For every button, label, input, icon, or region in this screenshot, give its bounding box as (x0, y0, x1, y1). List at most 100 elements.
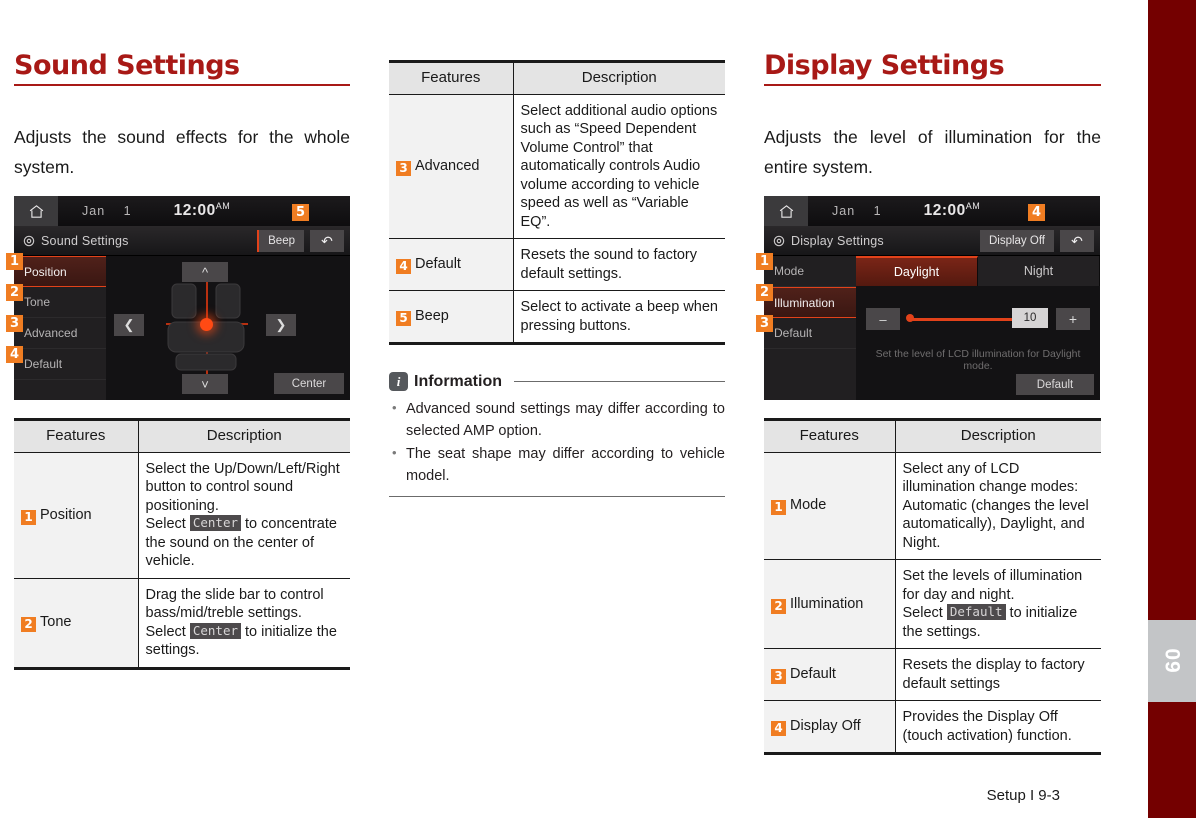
callout-badge-3: 3 (756, 315, 773, 332)
back-arrow-icon[interactable]: ↶ (1060, 230, 1094, 252)
feature-label: Illumination (790, 595, 864, 612)
home-icon[interactable] (764, 196, 808, 226)
feature-cell: 2 Tone (14, 578, 139, 670)
callout-badge-1: 1 (756, 253, 773, 270)
gear-icon (773, 235, 785, 246)
device-menu-label: Tone (24, 295, 51, 309)
device-day: 1 (123, 204, 132, 218)
device-title: Sound Settings (41, 233, 129, 248)
device-menu-item-default[interactable]: Default (764, 318, 856, 349)
feature-number-badge: 5 (396, 311, 411, 326)
illumination-plus-button[interactable]: + (1056, 308, 1090, 330)
description-cell: Set the levels of illumination for day a… (895, 559, 1101, 649)
description-cell: Provides the Display Off (touch activati… (895, 700, 1101, 755)
table-row: 2 Illumination Set the levels of illuminat… (764, 559, 1101, 649)
device-time-value: 12:00 (173, 202, 216, 220)
table-row: 1 Position Select the Up/Down/Left/Right b… (14, 452, 350, 579)
feature-cell: 5 Beep (389, 290, 514, 345)
col-header-features: Features (14, 419, 139, 453)
illumination-minus-button[interactable]: – (866, 308, 900, 330)
device-position-pane: ^ ˅ ❮ ❯ Center (106, 256, 350, 400)
feature-number-badge: 4 (771, 721, 786, 736)
position-left-button[interactable]: ❮ (114, 314, 144, 336)
description-cell: Resets the display to factory default se… (895, 648, 1101, 701)
device-menu-item-advanced[interactable]: Advanced (14, 318, 106, 349)
illumination-value: 10 (1012, 308, 1048, 328)
page-title-display: Display Settings (764, 50, 1005, 81)
mode-tab-night[interactable]: Night (978, 256, 1100, 286)
device-menu-label: Mode (774, 264, 805, 278)
mode-tab-daylight[interactable]: Daylight (856, 256, 978, 286)
device-ampm: AM (215, 201, 231, 212)
col-header-description: Description (513, 61, 725, 95)
col-header-description: Description (895, 419, 1101, 453)
table-row: 3 Advanced Select additional audio options… (389, 94, 725, 239)
device-menu-item-default[interactable]: Default (14, 349, 106, 380)
device-menu-label: Position (24, 264, 67, 279)
position-down-button[interactable]: ˅ (182, 374, 228, 394)
chapter-tab: 09 (1148, 620, 1196, 702)
mode-tabs: Daylight Night (856, 256, 1100, 286)
position-right-button[interactable]: ❯ (266, 314, 296, 336)
device-month: Jan (832, 204, 856, 218)
display-features-table: Features Description 1 Mode Select any of … (764, 418, 1101, 755)
feature-cell: 2 Illumination (764, 559, 896, 649)
page-footer: Setup I 9-3 (986, 787, 1060, 804)
feature-label: Advanced (415, 157, 480, 174)
callout-badge-2: 2 (6, 284, 23, 301)
feature-label: Beep (415, 308, 449, 324)
feature-label: Mode (790, 497, 827, 514)
table-row: 5 Beep Select to activate a beep when pres… (389, 290, 725, 345)
back-arrow-icon[interactable]: ↶ (310, 230, 344, 252)
device-menu-item-tone[interactable]: Tone (14, 287, 106, 318)
col-header-description: Description (138, 419, 350, 453)
inline-key-button: Default (946, 604, 1006, 620)
gear-icon (23, 235, 35, 246)
feature-cell: 4 Display Off (764, 700, 896, 755)
col-header-features: Features (389, 61, 514, 95)
device-ampm: AM (965, 201, 981, 212)
beep-button[interactable]: Beep (257, 230, 304, 252)
home-icon[interactable] (14, 196, 58, 226)
description-cell: Select the Up/Down/Left/Right button to … (138, 452, 350, 579)
feature-number-badge: 1 (21, 509, 36, 525)
information-block: i Information Advanced sound settings ma… (389, 372, 725, 497)
position-center-button[interactable]: Center (274, 373, 344, 394)
feature-cell: 1 Position (14, 452, 139, 579)
right-column: Display Settings Adjusts the level of il… (756, 0, 1101, 755)
device-date: Jan 1 (82, 204, 132, 218)
device-title: Display Settings (791, 233, 884, 248)
device-body: Mode Illumination Default Daylight Night – … (764, 256, 1100, 400)
device-menu-item-mode[interactable]: Mode (764, 256, 856, 287)
display-off-button[interactable]: Display Off (979, 230, 1054, 252)
feature-number-badge: 2 (771, 598, 786, 614)
device-menu-item-position[interactable]: Position (14, 256, 106, 287)
device-title-bar: Sound Settings Beep ↶ (14, 226, 350, 256)
information-list: Advanced sound settings may differ accor… (389, 397, 725, 487)
callout-badge-4: 4 (6, 346, 23, 363)
device-time: 12:00AM (174, 201, 231, 220)
description-cell: Resets the sound to factory default sett… (513, 238, 725, 291)
device-illumination-pane: Daylight Night – 10 + Set the level of LC… (856, 256, 1100, 400)
feature-label: Default (790, 666, 836, 682)
callout-badge-2: 2 (756, 284, 773, 301)
device-side-menu: Mode Illumination Default (764, 256, 856, 400)
device-menu-item-illumination[interactable]: Illumination (764, 287, 856, 318)
feature-cell: 4 Default (389, 238, 514, 291)
table-row: 2 Tone Drag the slide bar to control bass/… (14, 578, 350, 670)
description-cell: Select any of LCD illumination change mo… (895, 452, 1101, 560)
callout-badge-5: 5 (292, 204, 309, 221)
page-title-sound: Sound Settings (14, 50, 240, 81)
display-intro-text: Adjusts the level of illumination for th… (764, 127, 1101, 177)
chapter-number: 09 (1160, 648, 1184, 674)
information-header: i Information (389, 372, 725, 391)
position-up-button[interactable]: ^ (182, 262, 228, 282)
illumination-pane-description: Set the level of LCD illumination for Da… (875, 348, 1081, 372)
col-header-features: Features (764, 419, 896, 453)
illumination-default-button[interactable]: Default (1016, 374, 1094, 395)
display-settings-device-screenshot: Jan 1 12:00AM Display Settings Display O… (764, 196, 1100, 400)
device-menu-label: Default (24, 357, 63, 371)
table-row: 1 Mode Select any of LCD illumination chan… (764, 452, 1101, 560)
device-day: 1 (873, 204, 882, 218)
sound-features-table-1: Features Description 1 Position Select the… (14, 418, 350, 670)
